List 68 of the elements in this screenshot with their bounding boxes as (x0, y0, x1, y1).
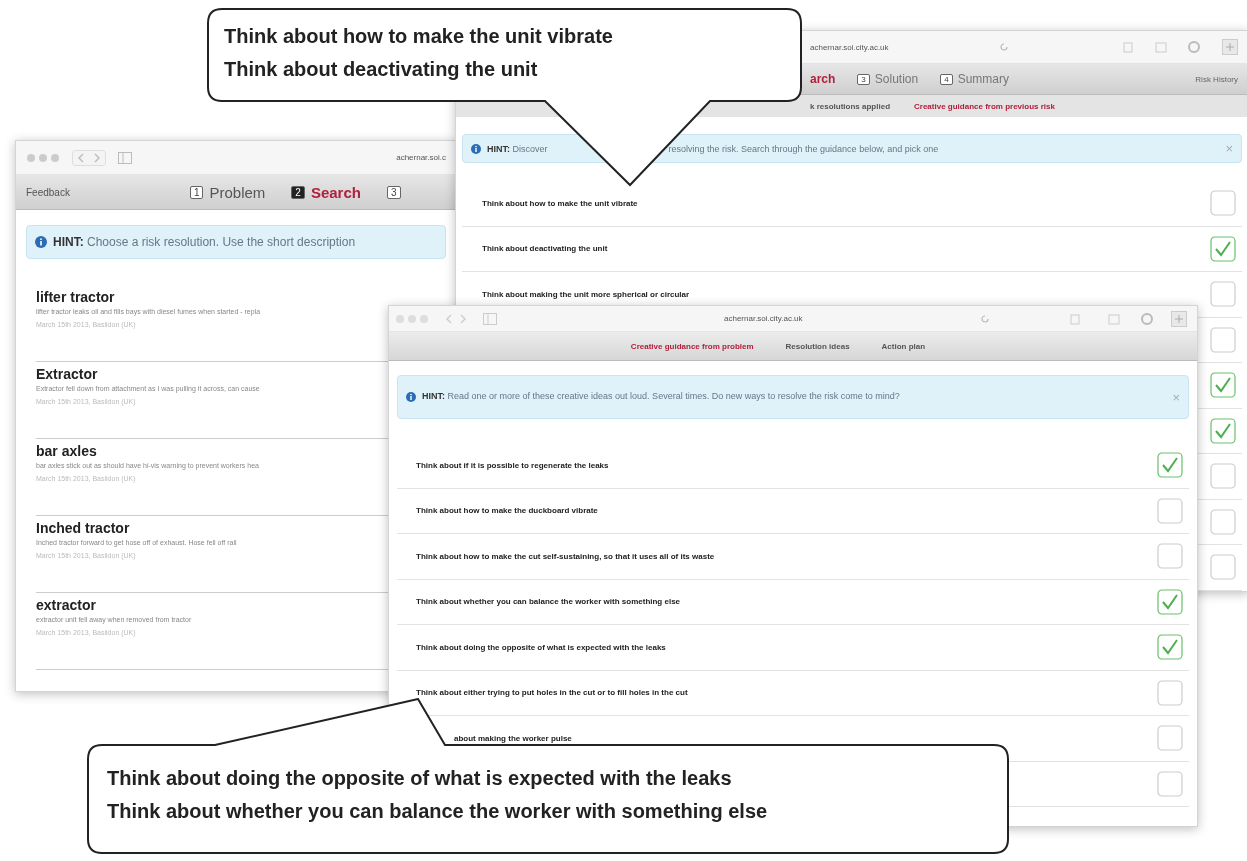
guidance-text: Think about making the unit more spherical or circular (482, 289, 690, 299)
new-tab-icon[interactable] (1171, 310, 1187, 327)
checkbox[interactable] (1157, 497, 1183, 524)
idea-text: Think about either trying to put holes in the cut or to fill holes in the cut (416, 688, 688, 698)
guidance-text: Think about how to make the unit vibrate (482, 198, 638, 208)
idea-text: Think about how to make the cut self-sustaining, so that it uses all of its waste (416, 551, 715, 561)
checkbox[interactable] (1210, 508, 1236, 535)
hint-text: HINT: Read one or more of these creative ideas out loud. Several times. Do new ways to resolve the risk come to mind? (422, 391, 901, 403)
idea-text: Think about whether you can balance the worker with something else (416, 597, 681, 607)
idea-text: Think about how to make the duckboard vibrate (416, 506, 598, 516)
sub-tab[interactable]: Action plan (881, 341, 926, 351)
risk-title[interactable]: Inched tractor (36, 520, 130, 536)
sub-tab[interactable]: Creative guidance from problem (630, 341, 754, 351)
address-text[interactable]: achernar.soi.city.ac.uk (724, 314, 803, 323)
step-tab[interactable]: 1 Problem (189, 183, 266, 201)
feedback-link[interactable]: Feedback (26, 186, 70, 198)
step-tab[interactable]: 2 Search (291, 183, 361, 201)
checkbox[interactable] (1157, 452, 1183, 479)
window-buttons-icon[interactable] (395, 313, 429, 324)
risk-history-link[interactable]: Risk History (1195, 74, 1238, 84)
reload-icon[interactable] (979, 313, 990, 324)
window-buttons-icon[interactable] (26, 152, 60, 163)
risk-title[interactable]: bar axles (36, 443, 97, 459)
risk-title[interactable]: lifter tractor (36, 289, 115, 305)
address-text[interactable]: achernar.soi.c (396, 153, 446, 162)
reload-icon[interactable] (998, 42, 1009, 52)
hint-text: HINT: Discover (487, 143, 548, 154)
step-tab[interactable]: 3 (386, 183, 401, 201)
checkbox[interactable] (1210, 463, 1236, 490)
callout-text: Think about deactivating the unit (224, 57, 539, 82)
new-tab-icon[interactable] (1222, 39, 1238, 55)
hint-text: resolving the risk. Search through the guidance below, and pick one (668, 143, 939, 154)
sub-tab[interactable]: Resolution ideas (785, 341, 850, 351)
idea-text: Think about if it is possible to regenerate the leaks (416, 460, 609, 470)
step-tab[interactable]: arch (810, 72, 836, 86)
step-tab[interactable]: 3 Solution (857, 72, 919, 86)
callout-text: Think about how to make the unit vibrate (224, 24, 613, 49)
sub-tab[interactable]: k resolutions applied (810, 101, 890, 111)
checkbox[interactable] (1157, 634, 1183, 661)
hint-text: HINT: Choose a risk resolution. Use the short description (53, 235, 356, 249)
checkbox[interactable] (1210, 235, 1236, 262)
info-icon (35, 236, 47, 248)
callout-text: Think about whether you can balance the worker with something else (107, 799, 768, 824)
checkbox[interactable] (1210, 417, 1236, 444)
sidebar-icon[interactable] (118, 151, 132, 164)
checkbox[interactable] (1210, 554, 1236, 581)
checkbox[interactable] (1157, 725, 1183, 752)
idea-text: about making the worker pulse (454, 733, 572, 743)
risk-title[interactable]: extractor (36, 597, 96, 613)
callout-text: Think about doing the opposite of what is expected with the leaks (107, 766, 733, 791)
checkbox[interactable] (1157, 588, 1183, 615)
info-icon (406, 392, 416, 402)
checkbox[interactable] (1210, 372, 1236, 399)
checkbox[interactable] (1157, 770, 1183, 797)
risk-title[interactable]: Extractor (36, 366, 98, 382)
checkbox[interactable] (1157, 543, 1183, 570)
address-text[interactable]: achernar.soi.city.ac.uk (810, 42, 889, 52)
checkbox[interactable] (1210, 281, 1236, 308)
checkbox[interactable] (1210, 326, 1236, 353)
info-icon (471, 143, 481, 154)
idea-text: Think about doing the opposite of what is expected with the leaks (416, 642, 666, 652)
checkbox[interactable] (1210, 190, 1236, 217)
sidebar-icon[interactable] (483, 312, 497, 325)
guidance-text: Think about deactivating the unit (482, 244, 608, 254)
sub-tab[interactable]: Creative guidance from previous risk (914, 101, 1055, 111)
checkbox[interactable] (1157, 679, 1183, 706)
back-forward-icon[interactable] (72, 149, 106, 166)
step-tab[interactable]: 4 Summary (940, 72, 1009, 86)
